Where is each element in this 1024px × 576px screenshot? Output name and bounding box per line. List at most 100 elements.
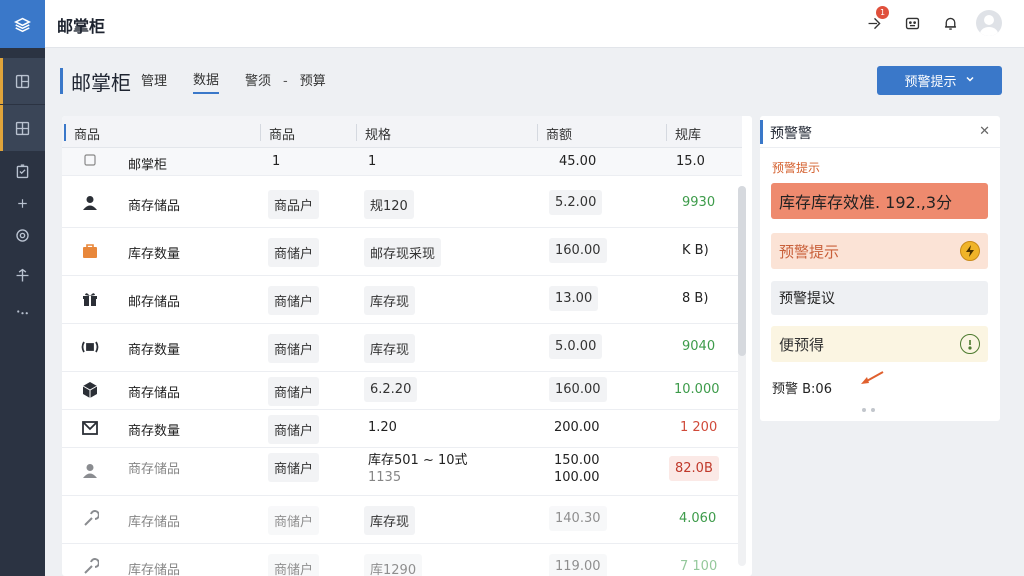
sidebar-dashboard-icon[interactable] <box>0 58 45 104</box>
column-header-category[interactable]: 商品 <box>260 124 295 143</box>
category-pill: 商储户 <box>268 506 320 535</box>
summary-stock: 15.0 <box>676 154 705 169</box>
table-row[interactable]: 库存数量 商储户 邮存现采现 160.00 K B) <box>62 228 742 276</box>
price-line-1: 150.00 <box>554 453 600 468</box>
spec-line-1: 库存501 ~ 10式 <box>368 453 468 468</box>
price-pill: 119.00 <box>549 554 607 576</box>
spec-pill: 库1290 <box>364 554 423 576</box>
price-pill: 160.00 <box>549 377 607 402</box>
table-row[interactable]: 商存数量 商储户 1.20 200.00 1 200 <box>62 410 742 448</box>
alert-item-info[interactable]: 便预得 <box>771 326 988 362</box>
alert-panel-subtitle: 预警提示 <box>772 161 821 175</box>
tab-manage[interactable]: 管理 <box>141 70 167 93</box>
category-pill: 商储户 <box>268 377 320 406</box>
table-row[interactable]: 商存储品 商储户 6.2.20 160.00 10.000 <box>62 372 742 410</box>
table-row[interactable]: 邮存储品 商储户 库存现 13.00 8 B) <box>62 276 742 324</box>
page-header: 邮掌柜 管理 数据 警须 - 预算 <box>60 66 326 96</box>
summary-spec: 1 <box>368 154 377 169</box>
price-pill: 140.30 <box>549 506 607 531</box>
price-pill: 5.0.00 <box>549 334 603 359</box>
spec-pill: 规120 <box>364 190 414 219</box>
table-row[interactable]: 库存储品 商储户 库存现 140.30 4.060 <box>62 496 742 544</box>
page-title: 邮掌柜 <box>71 70 131 95</box>
category-pill: 商储户 <box>268 334 320 363</box>
pagination-dots[interactable] <box>862 408 875 412</box>
bell-icon[interactable] <box>938 11 962 35</box>
product-name: 商存储品 <box>128 386 181 401</box>
summary-price: 45.00 <box>559 154 597 169</box>
stock-value: 9930 <box>682 195 716 210</box>
lightning-icon <box>960 241 980 261</box>
tab-budget[interactable]: 预算 <box>300 70 326 93</box>
alert-text: 预警提议 <box>779 291 835 307</box>
spec-pill: 邮存现采现 <box>364 238 442 267</box>
alert-panel-title: 预警警 <box>770 126 812 142</box>
tab-alerts[interactable]: 警须 <box>245 70 271 93</box>
sidebar-grid-icon[interactable] <box>0 105 45 151</box>
user-avatar[interactable] <box>976 10 1002 36</box>
product-name: 库存数量 <box>128 247 181 262</box>
product-name: 库存储品 <box>128 515 181 530</box>
sidebar-more-icon[interactable] <box>0 288 45 334</box>
person-icon <box>80 194 100 216</box>
tab-bar: 管理 数据 警须 - 预算 <box>141 69 326 94</box>
table-row[interactable]: 商存储品 商储户 库存501 ~ 10式 1135 150.00 100.00 … <box>62 448 742 496</box>
alert-panel-header: 预警警 ✕ <box>760 116 1000 148</box>
message-icon[interactable] <box>900 11 924 35</box>
category-pill: 商储户 <box>268 238 320 267</box>
wrench-icon <box>80 558 100 576</box>
spec-pill: 库存现 <box>364 334 416 363</box>
column-header-product[interactable]: 商品 <box>64 124 100 143</box>
spec-value: 1.20 <box>368 420 397 435</box>
spec-pill: 库存现 <box>364 286 416 315</box>
column-header-price[interactable]: 商额 <box>537 124 572 143</box>
scrollbar-thumb[interactable] <box>738 186 746 356</box>
tools-icon[interactable]: 1 <box>862 6 889 35</box>
sidebar <box>0 0 45 576</box>
table-row[interactable]: 库存储品 商储户 库1290 119.00 7 100 <box>62 544 742 576</box>
inventory-table: 商品 商品 规格 商额 规库 邮掌柜 1 1 45.00 15.0 商存储品 商… <box>62 116 752 576</box>
alert-text: 便预得 <box>779 335 825 354</box>
person-icon <box>80 462 100 484</box>
alert-text: 预警提示 <box>779 242 840 261</box>
summary-name: 邮掌柜 <box>128 158 168 173</box>
table-row[interactable]: 商存储品 商品户 规120 5.2.00 9930 <box>62 180 742 228</box>
price-line-2: 100.00 <box>554 470 600 485</box>
stock-value: 9040 <box>682 339 716 354</box>
cube-icon <box>80 381 100 403</box>
product-name: 商存储品 <box>128 199 181 214</box>
spec-pill: 6.2.20 <box>364 377 418 402</box>
category-pill: 商储户 <box>268 453 320 482</box>
price-pill: 5.2.00 <box>549 190 603 215</box>
close-icon[interactable]: ✕ <box>979 124 990 139</box>
scanner-icon <box>80 338 100 360</box>
category-pill: 商储户 <box>268 286 320 315</box>
top-bar: 邮掌柜 1 <box>45 0 1024 48</box>
alert-item-critical[interactable]: 库存库存效准. 192.,3分 <box>771 183 988 219</box>
layers-logo-icon[interactable] <box>0 0 45 48</box>
alert-item-suggestion[interactable]: 预警提议 <box>771 281 988 315</box>
spec-pill: 库存现 <box>364 506 416 535</box>
table-summary-row[interactable]: 邮掌柜 1 1 45.00 15.0 <box>62 148 742 176</box>
column-header-spec[interactable]: 规格 <box>356 124 391 143</box>
stock-value: 10.000 <box>674 382 720 397</box>
stock-value: 1 200 <box>680 420 718 435</box>
alert-panel-footer: 预警 B:06 <box>772 382 832 397</box>
product-name: 商存数量 <box>128 343 181 358</box>
alert-item-warning[interactable]: 预警提示 <box>771 233 988 269</box>
clock-icon <box>960 334 980 354</box>
column-header-stock[interactable]: 规库 <box>666 124 701 143</box>
checkbox[interactable] <box>80 154 100 170</box>
tab-separator: - <box>283 73 288 89</box>
table-header: 商品 商品 规格 商额 规库 <box>62 116 742 148</box>
product-name: 库存储品 <box>128 563 181 576</box>
table-row[interactable]: 商存数量 商储户 库存现 5.0.00 9040 <box>62 324 742 372</box>
spec-line-2: 1135 <box>368 470 402 485</box>
price-value: 150.00 100.00 <box>554 452 600 486</box>
alert-prompt-button[interactable]: 预警提示 <box>877 66 1002 95</box>
category-pill: 商储户 <box>268 554 320 576</box>
product-name: 邮存储品 <box>128 295 181 310</box>
wrench-icon <box>80 510 100 532</box>
chevron-down-icon <box>965 73 975 88</box>
tab-data[interactable]: 数据 <box>193 69 220 94</box>
